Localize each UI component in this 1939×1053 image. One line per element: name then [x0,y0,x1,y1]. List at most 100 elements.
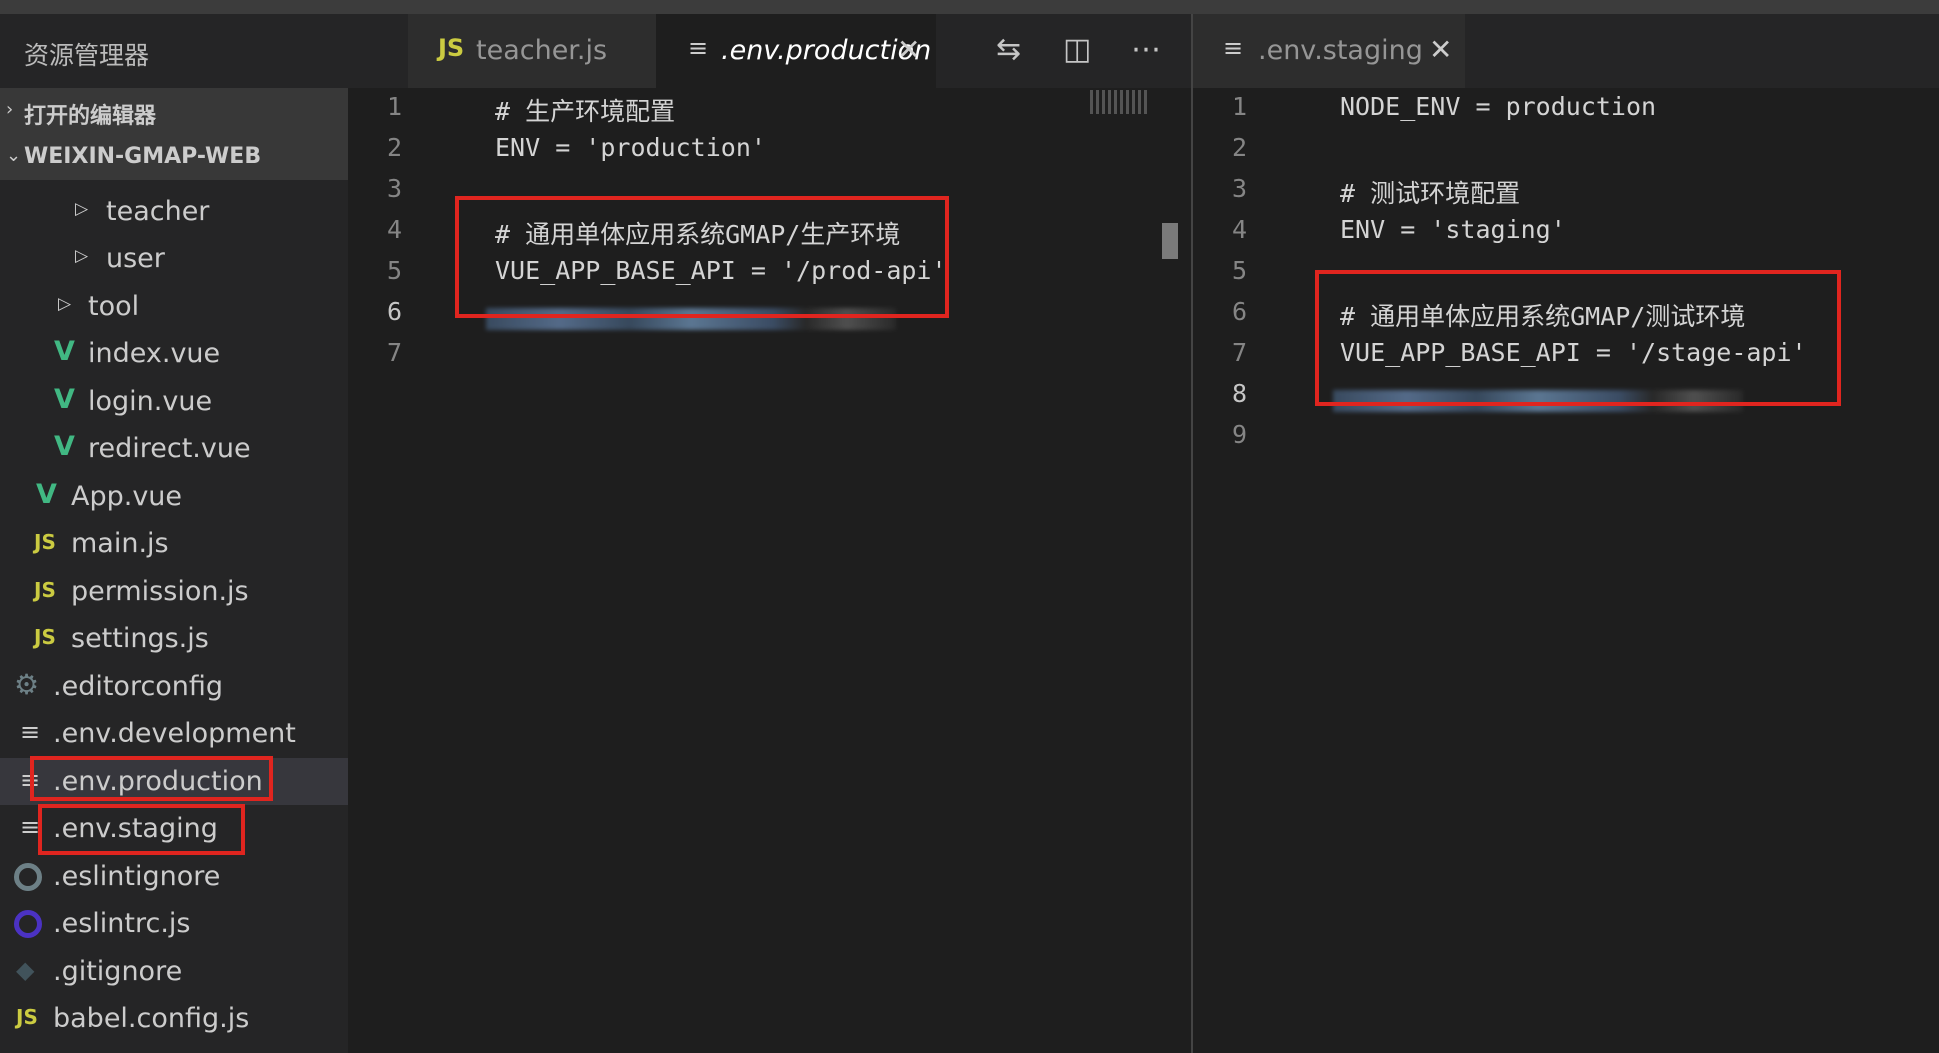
explorer-title: 资源管理器 [24,41,150,70]
eslint-icon [14,908,44,938]
vue-file-icon: V [54,336,75,367]
line-number: 1 [1231,92,1247,121]
js-file-icon: JS [16,1005,38,1029]
tree-file-editorconfig[interactable]: ⚙ .editorconfig [0,663,348,710]
tree-item-label: teacher [106,196,210,227]
code-text[interactable]: ENV = 'staging' [1340,215,1566,244]
tree-item-label: .eslintrc.js [53,908,191,939]
line-number: 2 [1231,133,1247,162]
project-section[interactable]: ⌄ WEIXIN-GMAP-WEB [0,134,348,180]
tab-label: teacher.js [476,35,608,66]
tree-item-label: main.js [71,528,169,559]
tab-teacher-js[interactable]: JS teacher.js [408,14,656,88]
vue-file-icon: V [36,479,57,510]
js-file-icon: JS [34,578,56,602]
more-actions-icon[interactable]: ⋯ [1131,32,1161,67]
tab-env-staging[interactable]: ≡ .env.staging ✕ [1193,14,1465,88]
tree-file-permission-js[interactable]: JS permission.js [0,568,348,615]
tab-bar: ≡ .env.staging ✕ [1193,14,1939,88]
eslint-ignore-icon [14,861,44,891]
tree-file-eslintrc-js[interactable]: .eslintrc.js [0,900,348,947]
line-number: 4 [1231,215,1247,244]
tree-file-main-js[interactable]: JS main.js [0,520,348,567]
highlight-box [455,196,949,318]
text-lines-icon: ≡ [688,34,709,62]
tree-item-label: settings.js [71,623,209,654]
line-number: 5 [1231,256,1247,285]
line-number: 5 [386,256,402,285]
tree-item-label: .gitignore [53,956,183,987]
text-lines-icon: ≡ [20,718,41,746]
tree-file-settings-js[interactable]: JS settings.js [0,615,348,662]
chevron-right-icon: ▷ [75,199,89,219]
open-editors-section[interactable]: › 打开的编辑器 [0,88,348,134]
chevron-down-icon: ⌄ [6,145,22,166]
vue-file-icon: V [54,431,75,462]
chevron-right-icon: ▷ [58,294,72,314]
split-editor-icon[interactable]: ◫ [1063,32,1091,67]
tree-item-label: tool [88,291,140,322]
chevron-right-icon: ▷ [75,246,89,266]
explorer-sidebar: 资源管理器 › 打开的编辑器 ⌄ WEIXIN-GMAP-WEB ▷ teach… [0,14,348,1053]
line-number: 7 [386,338,402,367]
editor-group-left: JS teacher.js ≡ .env.production ✕ ⇆ ◫ ⋯ … [348,14,1191,1053]
tab-label: .env.staging [1258,35,1423,66]
tree-folder-user[interactable]: ▷ user [0,235,348,282]
tree-item-label: .editorconfig [53,671,224,702]
tree-file-gitignore[interactable]: ◆ .gitignore [0,948,348,995]
line-number: 6 [1231,297,1247,326]
text-lines-icon: ≡ [1223,34,1244,62]
tree-item-label: redirect.vue [88,433,251,464]
vue-file-icon: V [54,384,75,415]
chevron-right-icon: › [6,99,14,120]
js-file-icon: JS [34,625,56,649]
line-number: 9 [1231,420,1247,449]
tree-item-label: user [106,243,165,274]
code-text[interactable]: # 生产环境配置 [495,92,675,128]
title-bar [0,0,1939,14]
tab-bar: JS teacher.js ≡ .env.production ✕ ⇆ ◫ ⋯ [348,14,1191,88]
tree-folder-teacher[interactable]: ▷ teacher [0,188,348,235]
tab-env-production[interactable]: ≡ .env.production ✕ [656,14,936,88]
minimap[interactable] [1090,90,1150,114]
open-editors-label: 打开的编辑器 [24,104,157,129]
tree-item-label: index.vue [88,338,221,369]
close-icon[interactable]: ✕ [1429,33,1452,66]
code-text[interactable]: # 测试环境配置 [1340,174,1520,210]
line-number: 1 [386,92,402,121]
line-number: 4 [386,215,402,244]
tree-folder-tool[interactable]: ▷ tool [0,283,348,330]
tree-file-eslintignore[interactable]: .eslintignore [0,853,348,900]
line-number: 2 [386,133,402,162]
tree-item-label: babel.config.js [53,1003,250,1034]
line-number: 8 [1231,379,1247,408]
tree-item-label: App.vue [71,481,183,512]
tree-item-label: .eslintignore [53,861,221,892]
line-number: 3 [386,174,402,203]
gear-icon: ⚙ [14,668,40,701]
close-icon[interactable]: ✕ [897,33,920,66]
git-icon: ◆ [16,956,35,984]
tree-item-label: permission.js [71,576,249,607]
highlight-box [30,756,273,801]
line-number: 6 [386,297,402,326]
js-file-icon: JS [34,530,56,554]
line-number: 3 [1231,174,1247,203]
tree-file-app-vue[interactable]: V App.vue [0,473,348,520]
line-number: 7 [1231,338,1247,367]
highlight-box [1315,270,1841,406]
tree-file-redirect-vue[interactable]: V redirect.vue [0,425,348,472]
project-label: WEIXIN-GMAP-WEB [24,144,262,169]
tree-file-login-vue[interactable]: V login.vue [0,378,348,425]
tree-item-label: .env.development [53,718,296,749]
tree-file-index-vue[interactable]: V index.vue [0,330,348,377]
code-text[interactable]: NODE_ENV = production [1340,92,1656,121]
compare-changes-icon[interactable]: ⇆ [996,32,1021,67]
tree-file-babel-config-js[interactable]: JS babel.config.js [0,995,348,1042]
tree-file-env-development[interactable]: ≡ .env.development [0,710,348,757]
scrollbar-thumb[interactable] [1162,223,1178,259]
tree-item-label: login.vue [88,386,213,417]
editor-group-right: ≡ .env.staging ✕ 1 NODE_ENV = production… [1191,14,1939,1053]
highlight-box [38,804,245,855]
code-text[interactable]: ENV = 'production' [495,133,766,162]
